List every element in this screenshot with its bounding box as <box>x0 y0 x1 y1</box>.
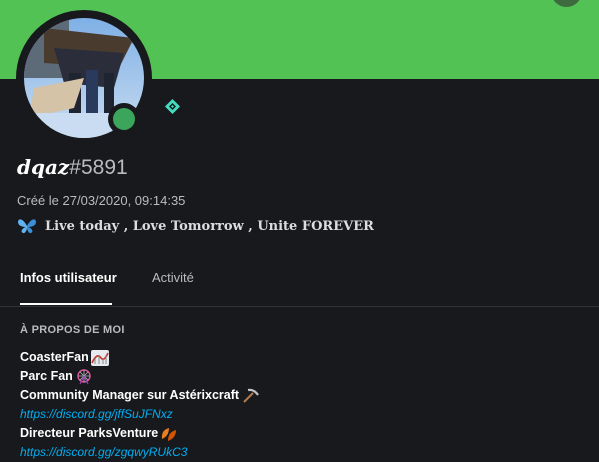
pick-icon <box>243 388 259 403</box>
username: dqaz#5891 <box>17 154 128 181</box>
about-line-text: Parc Fan <box>20 369 73 383</box>
roller-coaster-icon <box>90 349 109 366</box>
about-line: Directeur ParksVenture <box>20 424 259 443</box>
about-line: Community Manager sur Astérixcraft <box>20 386 259 405</box>
hypesquad-badge-icon[interactable] <box>164 98 181 115</box>
about-line-text: CoasterFan <box>20 350 89 364</box>
about-line: https://discord.gg/zgqwyRUkC3 <box>20 443 259 462</box>
leaves-icon <box>162 427 177 441</box>
username-discriminator: #5891 <box>69 156 128 179</box>
custom-status-text: Live today , Love Tomorrow , Unite FOREV… <box>45 218 374 234</box>
custom-status: Live today , Love Tomorrow , Unite FOREV… <box>17 217 374 235</box>
butterfly-icon <box>18 219 36 234</box>
profile-tabs: Infos utilisateur Activité <box>0 258 599 307</box>
active-tab-indicator <box>20 303 112 305</box>
username-name: dqaz <box>17 155 70 179</box>
about-line: CoasterFan <box>20 348 259 367</box>
online-status-icon <box>108 103 140 135</box>
tab-activity[interactable]: Activité <box>152 270 194 285</box>
about-me-heading: À PROPOS DE MOI <box>20 324 125 336</box>
about-line: Parc Fan <box>20 367 259 386</box>
about-line-text: Community Manager sur Astérixcraft <box>20 388 240 402</box>
ferris-wheel-icon <box>77 368 91 384</box>
discord-invite-link[interactable]: https://discord.gg/jffSuJFNxz <box>20 405 173 424</box>
about-line-text: Directeur ParksVenture <box>20 426 159 440</box>
about-me-content: CoasterFan Parc Fan Community Manager su… <box>20 348 259 462</box>
discord-invite-link[interactable]: https://discord.gg/zgqwyRUkC3 <box>20 443 187 462</box>
about-line: https://discord.gg/jffSuJFNxz <box>20 405 259 424</box>
account-created-date: Créé le 27/03/2020, 09:14:35 <box>17 193 186 208</box>
tab-user-info[interactable]: Infos utilisateur <box>20 270 117 285</box>
